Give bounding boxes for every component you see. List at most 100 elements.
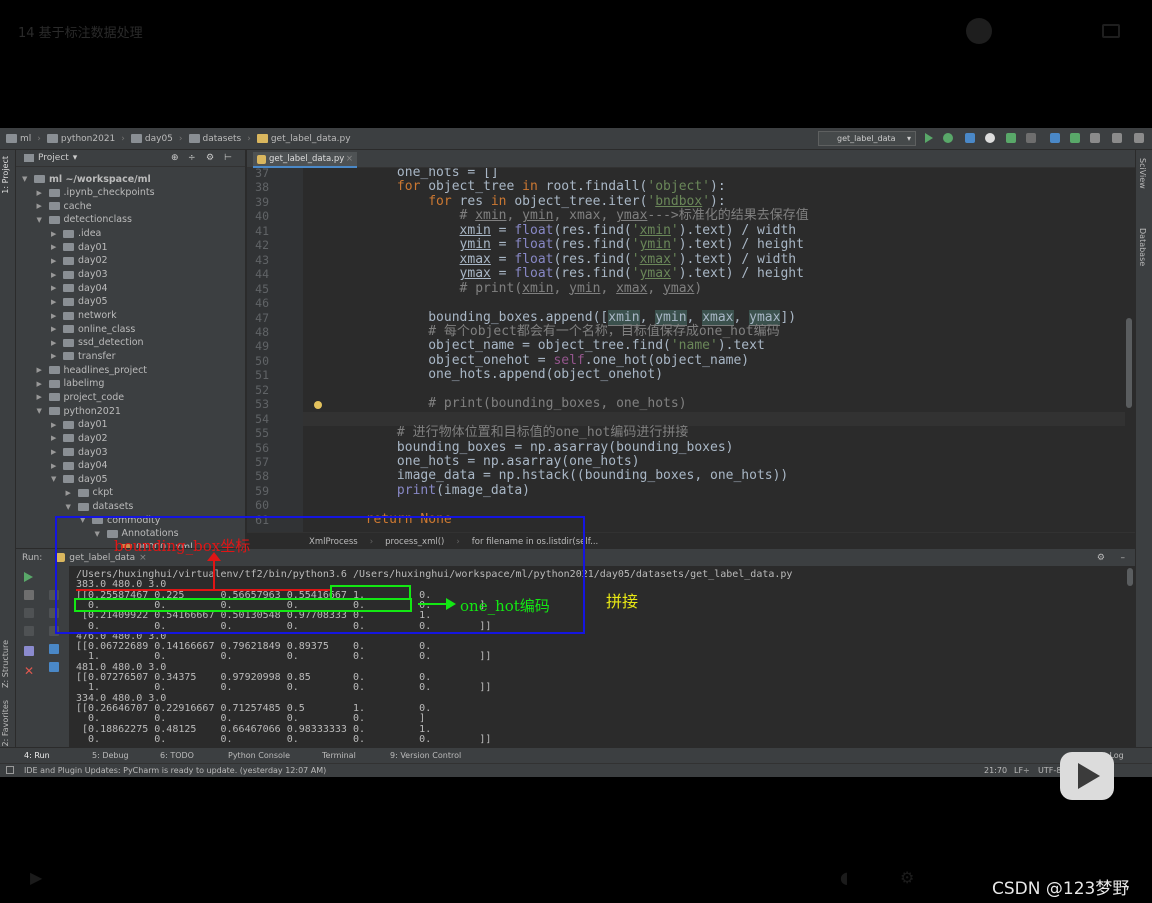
tree-folder[interactable]: ▶ cache — [37, 199, 92, 213]
project-tool-tab[interactable]: 1: Project — [1, 156, 10, 194]
rerun-icon[interactable] — [24, 572, 33, 582]
undo-icon[interactable] — [1134, 133, 1144, 143]
pin-icon[interactable] — [24, 646, 34, 656]
tree-folder[interactable]: ▶ day03 — [51, 445, 108, 459]
history-icon[interactable] — [1090, 133, 1100, 143]
tree-folder[interactable]: ▼ detectionclass — [37, 213, 132, 227]
tree-folder[interactable]: ▶ headlines_project — [37, 363, 148, 377]
tree-folder[interactable]: ▼ ml ~/workspace/ml — [22, 172, 151, 186]
tree-folder[interactable]: ▶ day04 — [51, 459, 108, 473]
coverage-icon[interactable] — [965, 133, 975, 143]
chevron-right-icon[interactable]: ▶ — [37, 202, 45, 210]
tree-folder[interactable]: ▶ day05 — [51, 295, 108, 309]
tree-folder[interactable]: ▶ online_class — [51, 322, 135, 336]
stop-icon[interactable] — [24, 590, 34, 600]
debug-icon[interactable] — [943, 133, 953, 143]
favorites-tool-tab[interactable]: 2: Favorites — [1, 700, 10, 746]
chevron-right-icon[interactable]: ▶ — [37, 189, 45, 197]
chevron-right-icon[interactable]: ▶ — [66, 489, 74, 497]
tree-folder[interactable]: ▼ python2021 — [37, 404, 121, 418]
tree-folder[interactable]: ▶ day04 — [51, 281, 108, 295]
chevron-down-icon[interactable]: ▼ — [51, 475, 59, 483]
tree-folder[interactable]: ▶ day01 — [51, 418, 108, 432]
code-editor[interactable]: one_hots = [] for object_tree in root.fi… — [303, 168, 1125, 538]
project-view-select[interactable]: Project — [38, 153, 69, 163]
status-message[interactable]: IDE and Plugin Updates: PyCharm is ready… — [24, 766, 326, 775]
database-tool-tab[interactable]: Database — [1138, 228, 1147, 266]
chevron-right-icon[interactable]: ▶ — [51, 298, 59, 306]
settings-icon[interactable]: ⚙ — [900, 868, 914, 887]
tree-folder[interactable]: ▶ ckpt — [66, 486, 113, 500]
tree-folder[interactable]: ▶ day02 — [51, 431, 108, 445]
tab-terminal[interactable]: Terminal — [322, 751, 356, 760]
line-separator[interactable]: LF÷ — [1014, 766, 1030, 775]
chevron-right-icon[interactable]: ▶ — [37, 380, 45, 388]
structure-tool-tab[interactable]: Z: Structure — [1, 640, 10, 688]
hide-icon[interactable]: ⊢ — [224, 153, 232, 163]
vcs-commit-icon[interactable] — [1070, 133, 1080, 143]
breadcrumb-python2021[interactable]: python2021 › — [46, 134, 125, 144]
caret-position[interactable]: 21:70 — [984, 766, 1007, 775]
pause-icon[interactable] — [24, 608, 34, 618]
tree-folder[interactable]: ▶ day02 — [51, 254, 108, 268]
tree-folder[interactable]: ▶ ssd_detection — [51, 336, 144, 350]
volume-icon[interactable]: ◖ — [840, 868, 848, 887]
chevron-down-icon[interactable]: ▼ — [37, 407, 45, 415]
player-play-icon[interactable]: ▶ — [30, 868, 42, 887]
chevron-down-icon[interactable]: ▼ — [66, 503, 74, 511]
lightbulb-icon[interactable] — [314, 401, 322, 409]
chevron-right-icon[interactable]: ▶ — [51, 284, 59, 292]
tree-folder[interactable]: ▼ datasets — [66, 500, 134, 514]
chevron-right-icon[interactable]: ▶ — [51, 271, 59, 279]
minimize-icon[interactable]: – — [1121, 553, 1126, 563]
trash-icon[interactable] — [49, 662, 59, 672]
tab-debug[interactable]: 5: Debug — [92, 751, 129, 760]
vcs-update-icon[interactable] — [1050, 133, 1060, 143]
chevron-right-icon[interactable]: ▶ — [51, 312, 59, 320]
collapse-icon[interactable]: ÷ — [188, 153, 196, 163]
tab-todo[interactable]: 6: TODO — [160, 751, 194, 760]
concurrency-icon[interactable] — [1006, 133, 1016, 143]
tree-folder[interactable]: ▶ .ipynb_checkpoints — [37, 186, 155, 200]
chevron-right-icon[interactable]: ▶ — [37, 366, 45, 374]
tree-folder[interactable]: ▶ .idea — [51, 227, 101, 241]
run-icon[interactable] — [925, 133, 933, 143]
tree-folder[interactable]: ▶ day03 — [51, 268, 108, 282]
share-icon[interactable] — [1102, 24, 1120, 38]
chevron-right-icon[interactable]: ▶ — [51, 448, 59, 456]
chevron-down-icon[interactable]: ▼ — [22, 175, 30, 183]
chevron-right-icon[interactable]: ▶ — [51, 462, 59, 470]
chevron-right-icon[interactable]: ▶ — [51, 421, 59, 429]
chevron-right-icon[interactable]: ▶ — [51, 230, 59, 238]
tree-folder[interactable]: ▶ transfer — [51, 349, 116, 363]
tab-python-console[interactable]: Python Console — [228, 751, 290, 760]
chevron-right-icon[interactable]: ▶ — [37, 393, 45, 401]
chevron-down-icon[interactable]: ▾ — [73, 153, 78, 163]
stop-icon[interactable] — [1026, 133, 1036, 143]
chevron-right-icon[interactable]: ▶ — [51, 325, 59, 333]
console-scrollbar[interactable] — [1127, 568, 1133, 586]
breadcrumb-day05[interactable]: day05 › — [130, 134, 183, 144]
tree-folder[interactable]: ▼ day05 — [51, 472, 108, 486]
tree-folder[interactable]: ▶ day01 — [51, 240, 108, 254]
status-window-icon[interactable] — [6, 766, 14, 774]
breadcrumb-file[interactable]: get_label_data.py — [256, 134, 351, 144]
close-icon[interactable]: × — [346, 152, 353, 166]
layout-icon[interactable] — [24, 626, 34, 636]
tree-folder[interactable]: ▶ labelimg — [37, 377, 105, 391]
tab-version-control[interactable]: 9: Version Control — [390, 751, 461, 760]
sciview-tool-tab[interactable]: SciView — [1138, 158, 1147, 189]
tree-folder[interactable]: ▶ project_code — [37, 390, 125, 404]
tab-run[interactable]: 4: Run — [24, 751, 50, 760]
rollback-icon[interactable] — [1112, 133, 1122, 143]
run-config-select[interactable]: get_label_data ▾ — [818, 131, 916, 146]
chevron-down-icon[interactable]: ▼ — [37, 216, 45, 224]
chevron-right-icon[interactable]: ▶ — [51, 243, 59, 251]
chevron-right-icon[interactable]: ▶ — [51, 352, 59, 360]
file-encoding[interactable]: UTF-8 — [1038, 766, 1061, 775]
chevron-right-icon[interactable]: ▶ — [51, 257, 59, 265]
gear-icon[interactable]: ⚙ — [1097, 553, 1105, 563]
profile-icon[interactable] — [985, 133, 995, 143]
editor-scrollbar[interactable] — [1126, 318, 1132, 408]
breadcrumb-ml[interactable]: ml › — [6, 134, 41, 144]
